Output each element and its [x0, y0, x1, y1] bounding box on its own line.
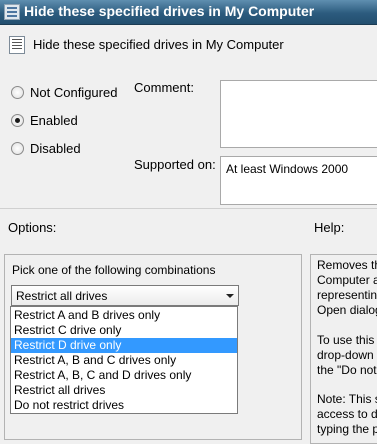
dropdown-item[interactable]: Restrict C drive only — [11, 323, 237, 338]
supported-on-value: At least Windows 2000 — [226, 162, 349, 176]
radio-button[interactable] — [11, 141, 24, 155]
help-line: Open dialog — [317, 303, 377, 317]
help-line: typing the p — [317, 422, 377, 436]
radio-enabled[interactable]: Enabled — [11, 111, 78, 129]
help-line: To use this — [317, 333, 375, 347]
drive-combination-select[interactable]: Restrict all drives — [11, 285, 239, 306]
radio-label: Enabled — [30, 112, 78, 128]
dropdown-item[interactable]: Restrict A, B, C and D drives only — [11, 368, 237, 383]
window-title: Hide these specified drives in My Comput… — [24, 3, 315, 19]
comment-label: Comment: — [134, 80, 194, 95]
radio-label: Disabled — [30, 140, 81, 156]
radio-disabled[interactable]: Disabled — [11, 139, 81, 157]
help-line: access to dr — [317, 407, 377, 421]
help-paragraph: Removes th Computer a representin Open d… — [317, 258, 377, 318]
dropdown-item[interactable]: Restrict all drives — [11, 383, 237, 398]
comment-textarea[interactable] — [220, 80, 377, 148]
help-line: representin — [317, 288, 377, 302]
help-label: Help: — [314, 220, 345, 235]
options-prompt: Pick one of the following combinations — [12, 263, 216, 277]
policy-setting-icon — [9, 36, 25, 54]
supported-on-box: At least Windows 2000 — [220, 156, 377, 205]
radio-button-checked[interactable] — [11, 113, 24, 127]
dropdown-item[interactable]: Restrict A, B and C drives only — [11, 353, 237, 368]
help-line: Computer a — [317, 273, 377, 287]
help-line: Note: This s — [317, 392, 377, 406]
help-line: drop-down — [317, 348, 374, 362]
help-paragraph: To use this drop-down the "Do not — [317, 333, 377, 378]
help-line: Removes th — [317, 258, 377, 272]
selected-value: Restrict all drives — [16, 289, 108, 303]
chevron-down-icon[interactable] — [226, 294, 234, 298]
dropdown-item-highlighted[interactable]: Restrict D drive only — [11, 338, 237, 353]
title-bar: Hide these specified drives in My Comput… — [0, 0, 377, 25]
setting-name: Hide these specified drives in My Comput… — [33, 37, 284, 52]
dropdown-list[interactable]: Restrict A and B drives only Restrict C … — [10, 306, 238, 414]
help-panel: Removes th Computer a representin Open d… — [310, 254, 377, 444]
window-icon — [4, 4, 20, 20]
help-line: the "Do not — [317, 363, 377, 377]
section-divider — [0, 208, 377, 209]
radio-label: Not Configured — [30, 84, 118, 100]
radio-button[interactable] — [11, 85, 24, 99]
radio-not-configured[interactable]: Not Configured — [11, 83, 117, 101]
dropdown-item[interactable]: Do not restrict drives — [11, 398, 237, 413]
supported-on-label: Supported on: — [134, 157, 216, 172]
help-paragraph: Note: This s access to dr typing the p — [317, 392, 377, 437]
options-label: Options: — [8, 220, 57, 235]
dropdown-item[interactable]: Restrict A and B drives only — [11, 308, 237, 323]
